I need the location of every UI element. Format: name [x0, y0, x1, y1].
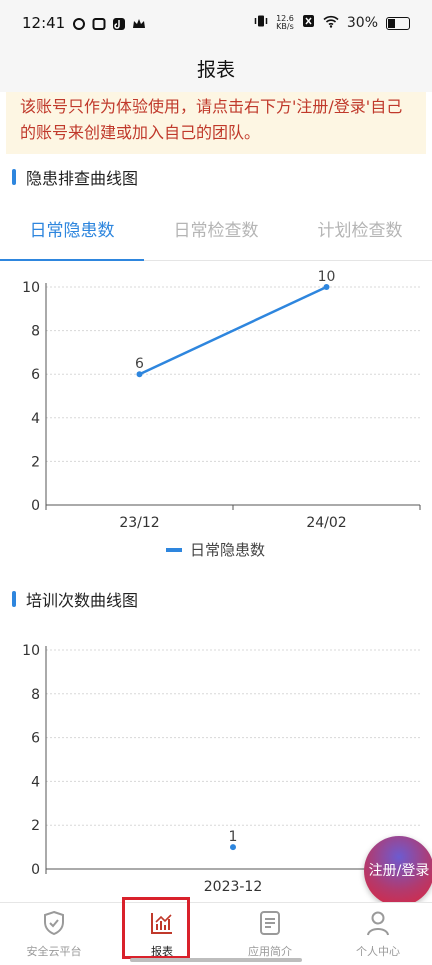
trial-account-notice: 该账号只作为体验使用，请点击右下方'注册/登录'自己的账号来创建或加入自己的团队… — [6, 92, 426, 154]
y-tick-label: 2 — [31, 454, 40, 470]
user-icon — [367, 911, 389, 936]
selection-highlight — [122, 897, 190, 959]
y-tick-label: 6 — [31, 731, 40, 747]
training-chart-section-title: 培训次数曲线图 — [12, 587, 138, 611]
nav-item-safety-platform[interactable]: 安全云平台 — [0, 903, 108, 965]
hazard-line-chart: 0 2 4 6 8 10 23/12 24/02 6 10 日常隐患数 — [22, 269, 421, 559]
tiktok-icon — [112, 16, 126, 30]
data-label: 1 — [229, 829, 238, 845]
section-accent-bar — [12, 169, 16, 185]
tab-daily-hazards[interactable]: 日常隐患数 — [0, 206, 144, 261]
bottom-nav: 安全云平台 报表 应用简介 个人中心 — [0, 902, 432, 965]
y-tick-label: 2 — [31, 818, 40, 834]
document-icon — [260, 911, 280, 935]
inbox-icon — [92, 16, 106, 30]
data-label: 10 — [318, 269, 336, 285]
battery-icon — [386, 16, 410, 30]
y-tick-label: 8 — [31, 687, 40, 703]
y-tick-label: 6 — [31, 367, 40, 383]
x-tick-label: 23/12 — [119, 515, 159, 531]
nav-item-app-intro[interactable]: 应用简介 — [216, 903, 324, 965]
y-tick-label: 10 — [22, 643, 40, 659]
nav-label: 个人中心 — [356, 945, 400, 958]
tab-planned-inspections[interactable]: 计划检查数 — [288, 206, 432, 260]
nav-label: 安全云平台 — [26, 945, 82, 958]
shield-check-icon — [44, 910, 64, 936]
chart-tabs: 日常隐患数 日常检查数 计划检查数 — [0, 206, 432, 261]
y-tick-label: 10 — [22, 280, 40, 296]
sim-off-icon — [302, 14, 315, 32]
section-accent-bar — [12, 591, 16, 607]
legend-swatch — [166, 548, 182, 552]
net-speed: 12.6 KB/s — [276, 14, 294, 31]
y-tick-label: 8 — [31, 324, 40, 340]
y-tick-label: 4 — [31, 411, 40, 427]
notification-icons — [72, 16, 146, 30]
battery-percent: 30% — [346, 15, 378, 31]
status-right: 12.6 KB/s 30% — [254, 14, 410, 32]
home-indicator[interactable] — [130, 958, 302, 962]
x-tick-label: 24/02 — [306, 515, 346, 531]
hazard-chart-section-title: 隐患排查曲线图 — [12, 165, 138, 189]
page-title: 报表 — [196, 59, 235, 81]
sync-icon — [72, 16, 86, 30]
clock: 12:41 — [22, 14, 66, 32]
nav-item-profile[interactable]: 个人中心 — [324, 903, 432, 965]
nav-label: 应用简介 — [248, 945, 292, 958]
status-bar: 12:41 12.6 KB/s 30% — [0, 0, 432, 48]
wifi-icon — [323, 15, 339, 32]
data-label: 6 — [135, 356, 144, 372]
title-bar: 报表 — [0, 48, 432, 92]
x-tick-label: 2023-12 — [204, 879, 263, 895]
y-tick-label: 0 — [31, 862, 40, 878]
register-login-button[interactable]: 注册/登录 — [364, 836, 432, 906]
y-tick-label: 0 — [31, 498, 40, 514]
vibrate-icon — [254, 14, 268, 32]
tab-daily-inspections[interactable]: 日常检查数 — [144, 206, 288, 260]
crown-icon — [132, 16, 146, 30]
y-tick-label: 4 — [31, 774, 40, 790]
legend-label: 日常隐患数 — [190, 541, 265, 559]
